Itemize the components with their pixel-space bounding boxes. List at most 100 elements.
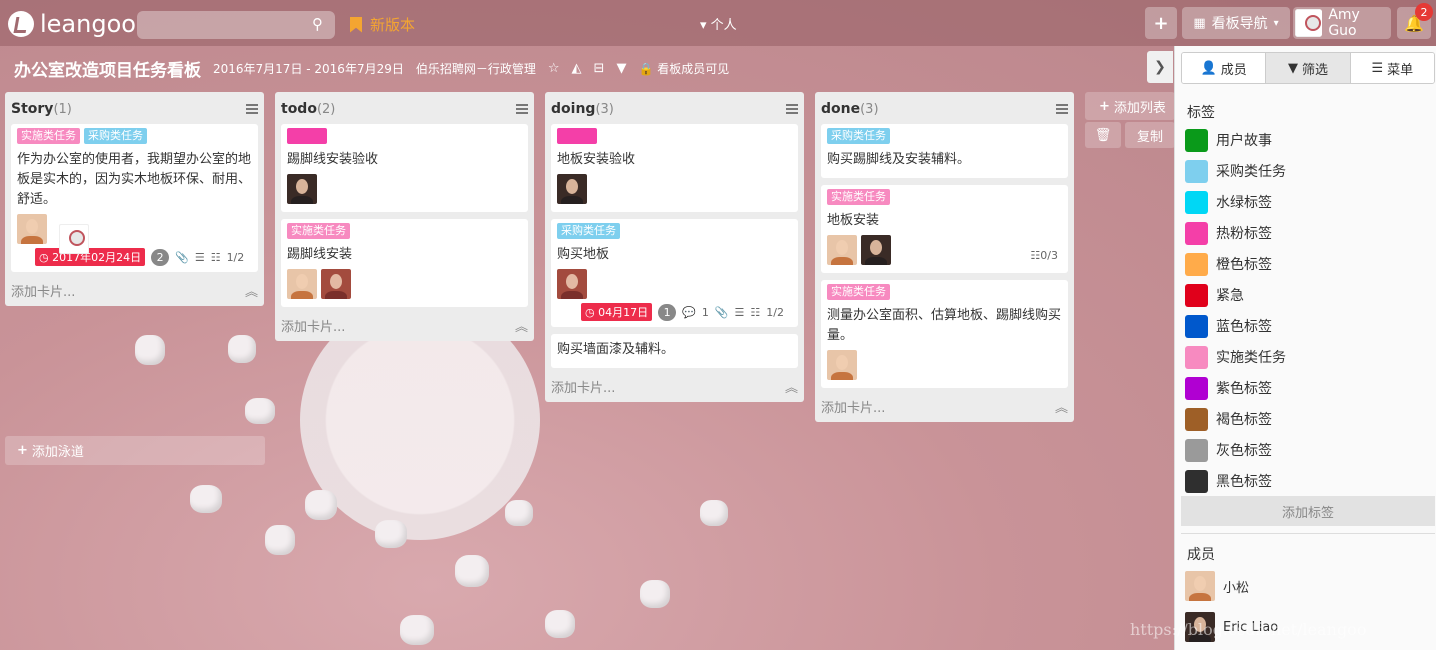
list-title[interactable]: Story(1) <box>11 101 72 117</box>
background-marshmallow <box>640 580 670 608</box>
member-avatar <box>557 174 587 204</box>
archive-icon[interactable]: ⊟ <box>594 61 605 76</box>
label-filter-item[interactable]: 实施类任务 <box>1185 345 1286 369</box>
member-avatar <box>827 350 857 380</box>
card[interactable]: 采购类任务 购买地板 ◷ 04月17日 1 💬 1 📎 ☰ ☷ 1/2 <box>551 219 798 327</box>
add-button[interactable]: + <box>1145 7 1177 39</box>
visibility-toggle[interactable]: 🔒 看板成员可见 <box>638 60 729 77</box>
card[interactable]: 实施类任务 地板安装 ☷0/3 <box>821 185 1068 273</box>
label-filter-item[interactable]: 紧急 <box>1185 283 1244 307</box>
label-filter-item[interactable]: 灰色标签 <box>1185 438 1272 462</box>
list-header: doing(3) <box>551 98 798 120</box>
labels-section-title: 标签 <box>1187 105 1215 121</box>
collapse-up-icon[interactable]: ︽ <box>245 281 258 300</box>
label-color-swatch <box>1185 469 1208 493</box>
personal-dropdown[interactable]: ▾ 个人 <box>700 14 737 33</box>
member-avatar <box>59 224 89 254</box>
search-input[interactable] <box>137 11 335 39</box>
list-menu-icon[interactable] <box>246 104 258 114</box>
delete-button[interactable]: 🗑 <box>1085 122 1121 148</box>
list-title[interactable]: doing(3) <box>551 101 614 117</box>
panel-tabs: 👤 成员 ▼ 筛选 ☰ 菜单 <box>1181 52 1435 84</box>
tab-filter[interactable]: ▼ 筛选 <box>1266 53 1351 83</box>
background-marshmallow <box>190 485 222 513</box>
add-list-button[interactable]: + 添加列表 <box>1085 92 1175 120</box>
list-menu-icon[interactable] <box>786 104 798 114</box>
add-lane-label: 添加泳道 <box>31 445 84 460</box>
card-text: 购买踢脚线及安装辅料。 <box>827 152 971 167</box>
notifications-button[interactable]: 🔔 2 <box>1397 3 1433 39</box>
add-card-link[interactable]: 添加卡片... <box>281 316 345 335</box>
star-icon[interactable]: ☆ <box>548 61 560 76</box>
background-marshmallow <box>135 335 165 365</box>
board-org[interactable]: 伯乐招聘网－行政管理 <box>416 60 536 77</box>
background-marshmallow <box>400 615 434 645</box>
list-title[interactable]: todo(2) <box>281 101 335 117</box>
logo[interactable]: leangoo <box>8 10 136 38</box>
tab-members[interactable]: 👤 成员 <box>1182 53 1267 83</box>
background-marshmallow <box>505 500 533 526</box>
label-color-swatch <box>1185 345 1208 369</box>
add-label-button[interactable]: 添加标签 <box>1181 496 1435 526</box>
side-panel: 👤 成员 ▼ 筛选 ☰ 菜单 标签 用户故事采购类任务水绿标签热粉标签橙色标签紧急蓝色… <box>1174 46 1436 650</box>
member-avatar <box>17 214 47 244</box>
card[interactable]: 采购类任务 购买踢脚线及安装辅料。 <box>821 124 1068 178</box>
label-filter-item[interactable]: 用户故事 <box>1185 128 1272 152</box>
label-filter-item[interactable]: 橙色标签 <box>1185 252 1272 276</box>
comment-count: 1 <box>658 303 677 321</box>
label-filter-item[interactable]: 黑色标签 <box>1185 469 1272 493</box>
due-date-badge: ◷ 2017年02月24日 <box>35 248 146 266</box>
card[interactable]: 实施类任务 踢脚线安装 <box>281 219 528 307</box>
filter-icon: ▼ <box>1287 60 1298 76</box>
list-menu-icon[interactable] <box>1056 104 1068 114</box>
card[interactable]: 实施类任务 测量办公室面积、估算地板、踢脚线购买量。 <box>821 280 1068 388</box>
tab-label: 筛选 <box>1301 62 1328 78</box>
list-title[interactable]: done(3) <box>821 101 879 117</box>
label-name: 采购类任务 <box>1216 164 1286 180</box>
label-filter-item[interactable]: 紫色标签 <box>1185 376 1272 400</box>
notification-badge: 2 <box>1415 3 1433 21</box>
board-dates: 2016年7月17日 - 2016年7月29日 <box>213 62 404 76</box>
member-row[interactable]: 小松 <box>1185 571 1249 601</box>
list-header: Story(1) <box>11 98 258 120</box>
board-title[interactable]: 办公室改造项目任务看板 <box>14 56 201 81</box>
list-menu-icon[interactable] <box>516 104 528 114</box>
card[interactable]: 实施类任务 采购类任务 作为办公室的使用者，我期望办公室的地板是实木的，因为实木地… <box>11 124 258 272</box>
label-filter-item[interactable]: 采购类任务 <box>1185 159 1286 183</box>
add-card-link[interactable]: 添加卡片... <box>551 377 615 396</box>
add-card-link[interactable]: 添加卡片... <box>821 397 885 416</box>
collapse-up-icon[interactable]: ︽ <box>785 377 798 396</box>
divider <box>1181 533 1435 534</box>
menu-icon: ☰ <box>1371 60 1384 76</box>
add-lane-button[interactable]: + 添加泳道 <box>5 436 265 465</box>
user-menu[interactable]: Amy Guo <box>1293 7 1391 39</box>
copy-button[interactable]: 复制 <box>1125 122 1175 148</box>
card[interactable]: 踢脚线安装验收 <box>281 124 528 212</box>
label-filter-item[interactable]: 蓝色标签 <box>1185 314 1272 338</box>
label-filter-item[interactable]: 热粉标签 <box>1185 221 1272 245</box>
board-nav-button[interactable]: ▦ 看板导航 ▾ <box>1182 7 1290 39</box>
label-filter-item[interactable]: 水绿标签 <box>1185 190 1272 214</box>
chart-icon[interactable]: ◭ <box>572 61 582 76</box>
chevron-right-icon: ❯ <box>1154 59 1166 75</box>
search-icon[interactable]: ⚲ <box>312 15 323 33</box>
label-name: 实施类任务 <box>1216 350 1286 366</box>
list-header: todo(2) <box>281 98 528 120</box>
new-version-link[interactable]: 新版本 <box>350 14 415 35</box>
collapse-up-icon[interactable]: ︽ <box>1055 397 1068 416</box>
add-card-link[interactable]: 添加卡片... <box>11 281 75 300</box>
attachment-icon: 📎 <box>714 305 729 319</box>
collapse-up-icon[interactable]: ︽ <box>515 316 528 335</box>
filter-icon[interactable]: ▼ <box>616 61 626 76</box>
label-name: 水绿标签 <box>1216 195 1272 211</box>
label-filter-item[interactable]: 褐色标签 <box>1185 407 1272 431</box>
card[interactable]: 地板安装验收 <box>551 124 798 212</box>
collapse-panel-button[interactable]: ❯ <box>1147 51 1173 83</box>
tab-menu[interactable]: ☰ 菜单 <box>1350 53 1434 83</box>
background-marshmallow <box>265 525 295 555</box>
member-avatar <box>287 269 317 299</box>
member-avatar <box>1185 571 1215 601</box>
list-name: Story <box>11 101 54 117</box>
tag <box>557 128 597 144</box>
card[interactable]: 购买墙面漆及辅料。 <box>551 334 798 368</box>
